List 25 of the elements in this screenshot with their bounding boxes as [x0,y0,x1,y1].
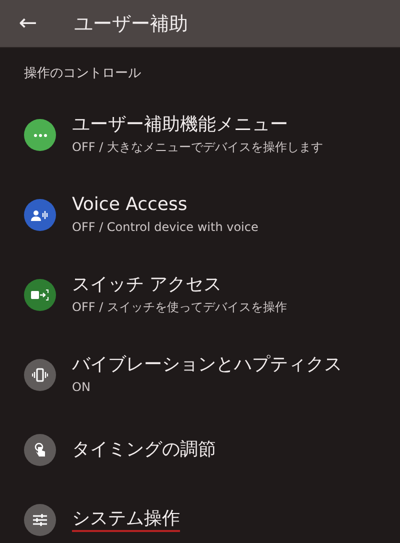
icon-circle[interactable] [24,119,56,151]
sliders-icon [32,513,48,527]
item-title[interactable]: ユーザー補助機能メニュー [72,113,288,137]
switch-icon [31,289,49,301]
icon-circle[interactable] [24,279,56,311]
dots-icon [34,134,46,136]
item-status: ON [72,379,92,396]
voice-icon [31,208,49,222]
item-title[interactable]: システム操作 [72,508,180,532]
back-button[interactable]: ← [16,12,40,36]
section-header: 操作のコントロール [23,65,142,83]
touch-icon [33,442,47,458]
item-status: OFF / Control device with voice [72,219,258,236]
icon-circle[interactable] [24,199,56,231]
item-title[interactable]: Voice Access [72,193,188,217]
icon-circle[interactable] [24,434,56,466]
screen-title: ユーザー補助 [74,12,188,36]
item-title[interactable]: バイブレーションとハプティクス [72,353,342,377]
item-title[interactable]: スイッチ アクセス [72,273,222,297]
icon-circle[interactable] [24,359,56,391]
item-status: OFF / 大きなメニューでデバイスを操作します [72,139,323,156]
icon-circle[interactable] [24,504,56,536]
vibration-icon [32,368,48,382]
item-title[interactable]: タイミングの調節 [72,438,216,462]
item-status: OFF / スイッチを使ってデバイスを操作 [72,299,287,316]
